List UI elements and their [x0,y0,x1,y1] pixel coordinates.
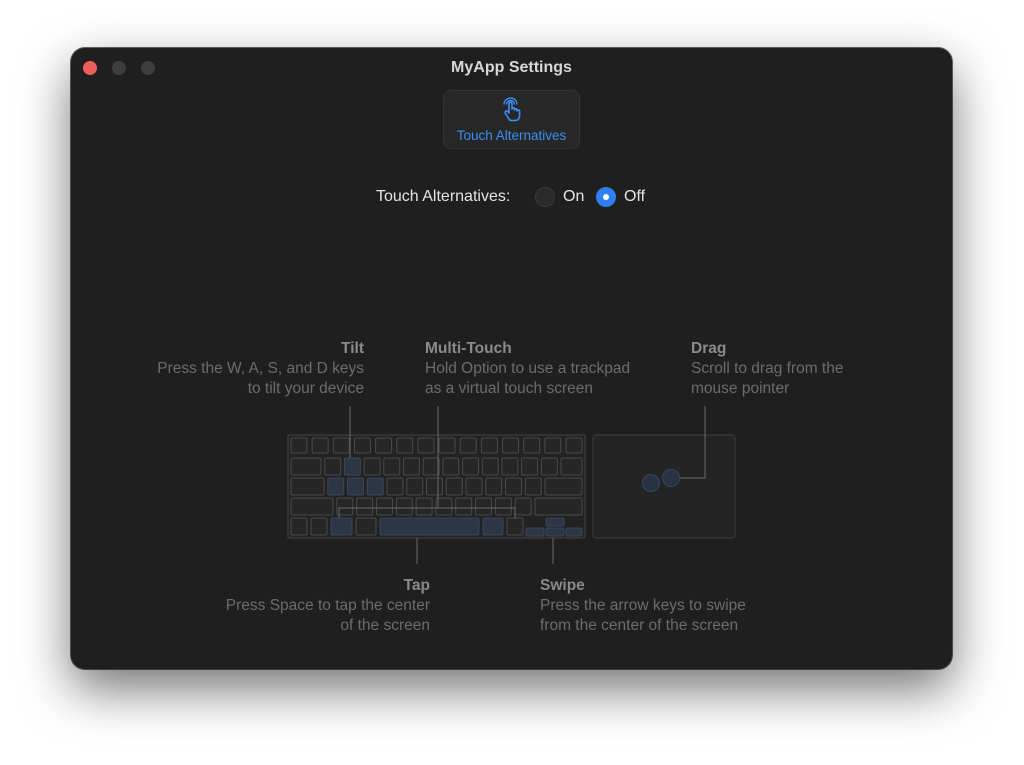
key [521,457,539,476]
key [475,497,493,516]
key [544,477,583,496]
key [459,437,477,454]
key [501,457,519,476]
keyboard-trackpad-diagram [287,406,736,564]
key [290,437,308,454]
arrow-right-key [565,527,583,537]
key [353,437,371,454]
key [290,517,308,536]
key [327,477,345,496]
key [395,497,413,516]
key [422,457,440,476]
key [290,457,322,476]
key [455,497,473,516]
key [523,437,541,454]
key [402,457,420,476]
key [290,477,325,496]
key [379,517,480,536]
key [438,437,456,454]
key [363,457,381,476]
key [544,437,562,454]
key [355,517,377,536]
key [540,457,558,476]
key [534,497,583,516]
settings-window: MyApp Settings Touch Alternatives Touch … [71,48,952,669]
finger-dot-right [662,469,680,487]
key [505,477,522,496]
key [290,497,334,516]
key [506,517,524,536]
trackpad-illustration [592,434,736,539]
key [481,457,499,476]
key [465,477,483,496]
key [383,457,401,476]
key [375,497,393,516]
key [343,457,361,476]
key [310,517,328,536]
key [330,517,353,536]
key [442,457,460,476]
key [524,477,542,496]
key [480,437,498,454]
arrow-up-key [545,517,565,527]
key [347,477,364,496]
key [560,457,583,476]
key [482,517,504,536]
key [502,437,520,454]
key [565,437,583,454]
key [514,497,532,516]
key [332,437,350,454]
key [324,457,342,476]
key [494,497,512,516]
key [375,437,393,454]
key [386,477,404,496]
arrow-down-key [545,527,565,537]
key [406,477,424,496]
key [426,477,443,496]
key [445,477,463,496]
key [415,497,433,516]
key [366,477,384,496]
finger-dot-left [642,474,660,492]
key [485,477,503,496]
arrow-left-key [525,527,545,537]
key [356,497,374,516]
key [462,457,480,476]
key [417,437,435,454]
key [311,437,329,454]
keyboard-illustration [287,434,586,539]
key [396,437,414,454]
